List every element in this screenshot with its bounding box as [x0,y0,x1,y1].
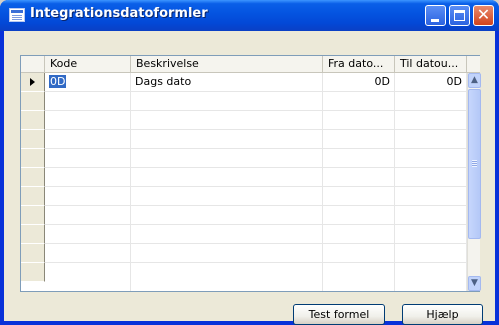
cell-fra-dato[interactable]: 0D [323,73,395,91]
chevron-up-icon: ▲ [471,75,478,85]
table-row[interactable] [45,149,467,168]
help-button[interactable]: Hjælp [402,304,483,325]
close-icon: ✕ [476,5,491,24]
close-button[interactable]: ✕ [473,5,494,26]
maximize-icon [454,10,465,21]
row-selector[interactable] [21,244,45,263]
header-filler [467,56,480,73]
table-row[interactable] [45,225,467,244]
row-selector[interactable] [21,225,45,244]
row-selector[interactable] [21,92,45,111]
minimize-icon [431,19,439,22]
column-header-beskrivelse[interactable]: Beskrivelse [131,56,323,73]
row-selector[interactable] [21,168,45,187]
cell-beskrivelse[interactable]: Dags dato [131,73,323,91]
table-row[interactable] [45,263,467,291]
cell-til-dato[interactable]: 0D [395,73,467,91]
row-selector[interactable] [21,111,45,130]
row-selector[interactable] [21,187,45,206]
chevron-down-icon: ▼ [471,278,478,288]
row-header-column [21,73,45,282]
table-row[interactable] [45,168,467,187]
table-row[interactable]: 0D Dags dato 0D 0D [45,73,467,92]
table-row[interactable] [45,187,467,206]
data-grid[interactable]: Kode Beskrivelse Fra dato... Til datou..… [20,55,481,292]
row-selector[interactable] [21,73,45,92]
scroll-thumb[interactable] [468,89,481,239]
row-header-corner [21,56,45,73]
test-formel-button[interactable]: Test formel [293,304,385,325]
maximize-button[interactable] [449,5,470,26]
table-row[interactable] [45,130,467,149]
row-selector[interactable] [21,263,45,282]
vertical-scrollbar[interactable]: ▲ ▼ [467,73,481,291]
title-bar[interactable]: Integrationsdatoformler ✕ [0,0,499,31]
table-row[interactable] [45,111,467,130]
column-header-kode[interactable]: Kode [45,56,131,73]
table-row[interactable] [45,206,467,225]
minimize-button[interactable] [425,5,446,26]
scroll-up-button[interactable]: ▲ [468,73,481,88]
cell-kode[interactable]: 0D [45,73,131,91]
row-selector[interactable] [21,206,45,225]
column-header-til-dato[interactable]: Til datou... [395,56,467,73]
selected-cell-text[interactable]: 0D [49,75,67,88]
scroll-down-button[interactable]: ▼ [468,276,481,291]
table-row[interactable] [45,244,467,263]
row-selector[interactable] [21,130,45,149]
window-title: Integrationsdatoformler [30,6,208,21]
form-icon [9,8,25,22]
table-row[interactable] [45,92,467,111]
row-selector[interactable] [21,149,45,168]
column-header-fra-dato[interactable]: Fra dato... [323,56,395,73]
current-row-arrow-icon [30,78,35,86]
